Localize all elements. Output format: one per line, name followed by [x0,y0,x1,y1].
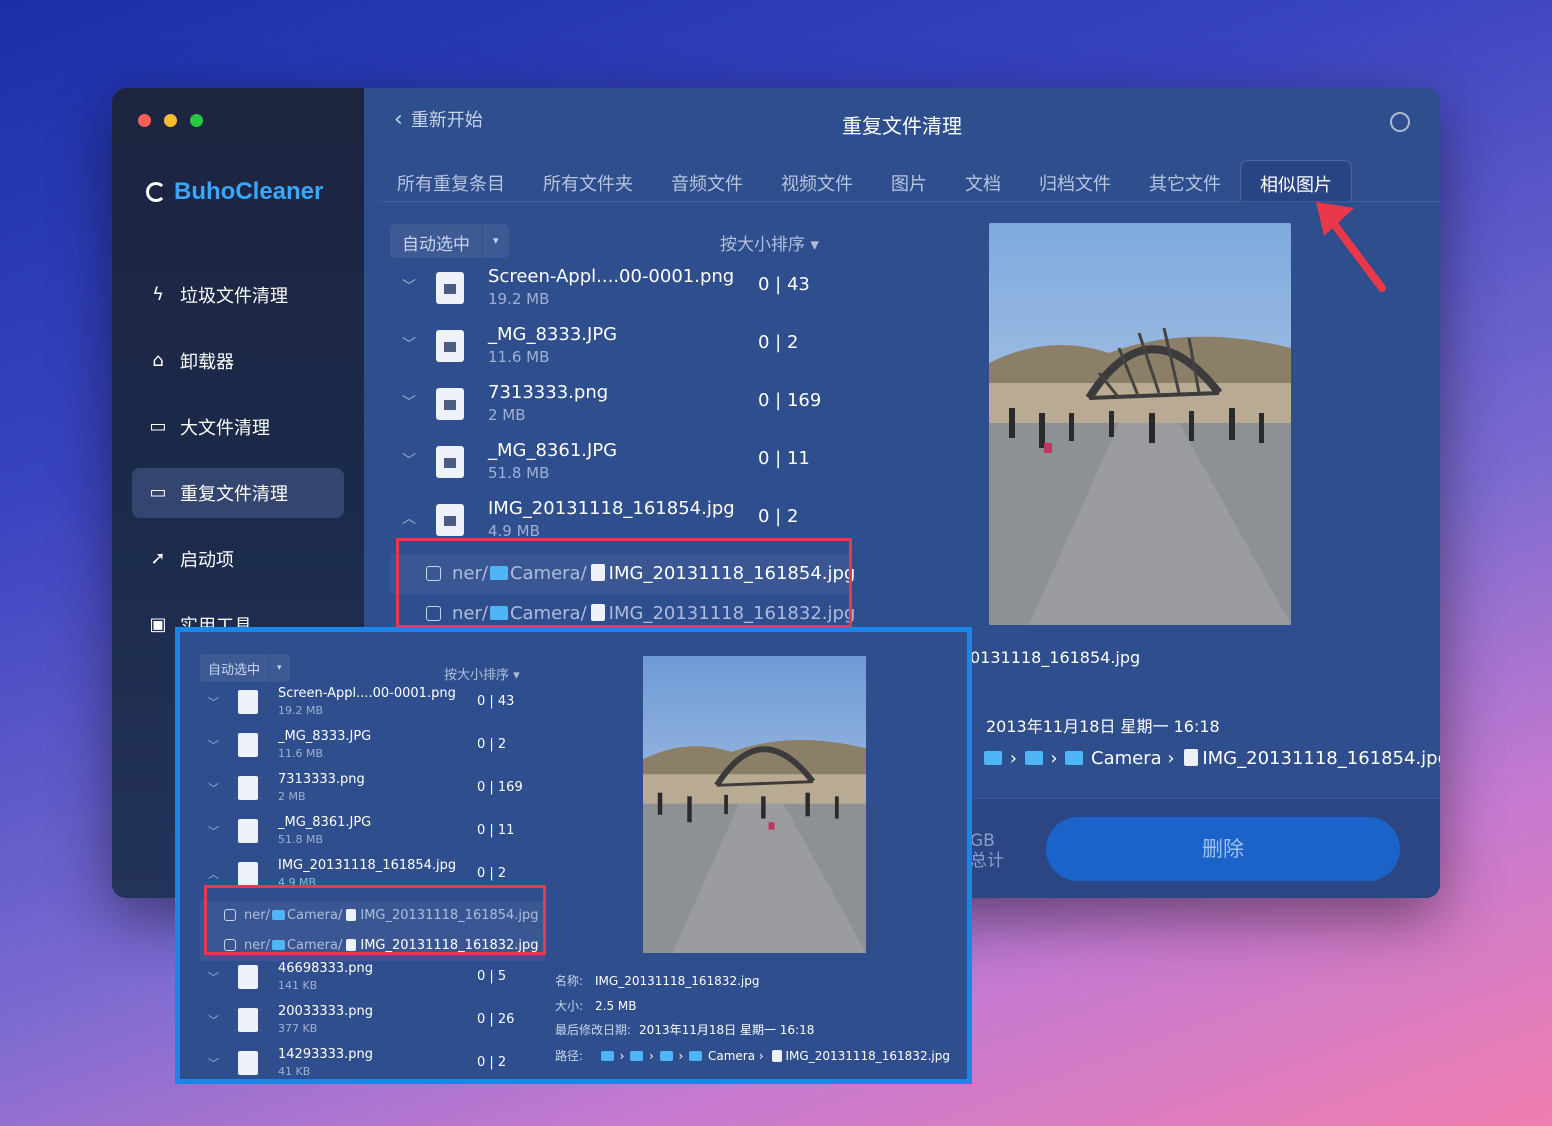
file-name: _MG_8333.JPG [278,729,372,744]
file-count: 0 | 169 [477,780,523,795]
file-name: 46698333.png [278,961,374,976]
folder-icon [630,1051,644,1061]
meta-value: IMG_20131118_161832.jpg [595,974,760,988]
list-item[interactable]: ﹀ _MG_8333.JPG 11.6 MB 0 | 2 [200,729,545,772]
file-size: 41 KB [278,1065,311,1078]
file-count: 0 | 2 [477,737,507,752]
chevron-down-icon[interactable]: ﹀ [208,1012,219,1028]
highlight-box [204,885,546,955]
file-size: 51.8 MB [278,833,324,846]
file-size: 377 KB [278,1022,318,1035]
folder-icon [659,1051,673,1061]
folder-icon [689,1051,703,1061]
file-name: _MG_8361.JPG [278,815,372,830]
file-count: 0 | 5 [477,969,507,984]
file-name: IMG_20131118_161854.jpg [278,858,457,873]
meta-value: 2.5 MB [595,999,637,1013]
meta-date: 最后修改日期: 2013年11月18日 星期一 16:18 [555,1021,814,1038]
image-file-icon [238,776,258,800]
file-name: 14293333.png [278,1047,374,1062]
image-file-icon [238,862,258,886]
sort-by-size[interactable]: 按大小排序 ▾ [444,664,520,683]
image-file-icon [238,690,258,714]
file-size: 141 KB [278,979,318,992]
chevron-down-icon[interactable]: ﹀ [208,1055,219,1071]
chevron-down-icon[interactable]: ﹀ [208,823,219,839]
list-item[interactable]: ﹀ 7313333.png 2 MB 0 | 169 [200,772,545,815]
image-file-icon [238,819,258,843]
path-file: IMG_20131118_161832.jpg [785,1049,950,1063]
file-count: 0 | 11 [477,823,515,838]
image-preview [643,656,866,953]
file-count: 0 | 26 [477,1012,515,1027]
meta-name: 名称: IMG_20131118_161832.jpg [555,972,759,989]
list-item[interactable]: ﹀ Screen-Appl....00-0001.png 19.2 MB 0 | 43 [200,686,545,729]
meta-key: 名称: [555,974,584,988]
file-size: 2 MB [278,790,306,803]
meta-key: 大小: [555,999,584,1013]
meta-path: 路径: › › › Camera › IMG_20131118_161832.j… [555,1049,950,1063]
path-folder: Camera [707,1049,756,1063]
file-size: 11.6 MB [278,747,324,760]
file-name: Screen-Appl....00-0001.png [278,686,456,701]
image-file-icon [238,1008,258,1032]
auto-select-dropdown[interactable]: 自动选中 ▾ [200,654,290,682]
chevron-down-icon[interactable]: ﹀ [208,694,219,710]
chevron-down-icon[interactable]: ﹀ [208,737,219,753]
chevron-down-icon[interactable]: ﹀ [208,780,219,796]
image-file-icon [238,733,258,757]
file-count: 0 | 2 [477,1055,507,1070]
file-name: 20033333.png [278,1004,374,1019]
auto-select-label: 自动选中 [200,654,270,682]
caret-down-icon: ▾ [277,663,282,673]
file-count: 0 | 2 [477,866,507,881]
file-name: 7313333.png [278,772,365,787]
image-file-icon [238,1051,258,1075]
file-count: 0 | 43 [477,694,515,709]
file-icon [771,1050,782,1062]
meta-key: 最后修改日期: [555,1023,632,1037]
bridge-photo [643,656,866,953]
chevron-down-icon[interactable]: ﹀ [208,969,219,985]
meta-size: 大小: 2.5 MB [555,997,636,1014]
image-file-icon [238,965,258,989]
list-item[interactable]: ﹀ _MG_8361.JPG 51.8 MB 0 | 11 [200,815,545,858]
chevron-up-icon[interactable]: ︿ [208,866,219,882]
file-size: 19.2 MB [278,704,324,717]
zoomed-inset: 自动选中 ▾ 按大小排序 ▾ ﹀ Screen-Appl....00-0001.p… [175,627,972,1084]
folder-icon [600,1051,614,1061]
list-item[interactable]: ﹀ 20033333.png 377 KB 0 | 26 [200,1004,545,1047]
list-item[interactable]: ﹀ 14293333.png 41 KB 0 | 2 [200,1047,545,1079]
meta-value: 2013年11月18日 星期一 16:18 [639,1023,815,1037]
meta-key: 路径: [555,1049,584,1063]
list-item[interactable]: ﹀ 46698333.png 141 KB 0 | 5 [200,961,545,1004]
